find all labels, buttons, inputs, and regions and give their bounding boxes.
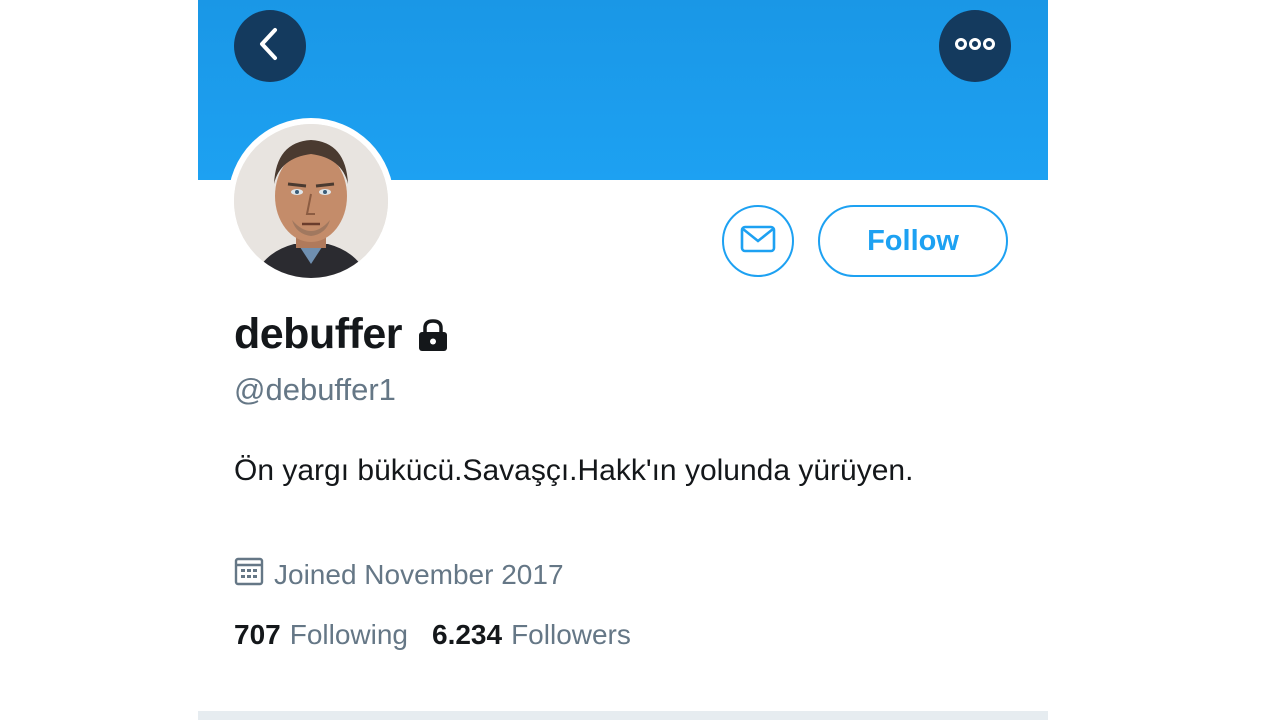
page: Follow debuffer @debuffer1 Ön yargı bükü… bbox=[0, 0, 1280, 720]
envelope-icon bbox=[740, 225, 776, 258]
joined-date-text: Joined November 2017 bbox=[274, 558, 564, 590]
following-label: Following bbox=[289, 619, 408, 650]
avatar-frame[interactable] bbox=[228, 118, 394, 284]
lock-icon bbox=[416, 318, 450, 357]
profile-name-row: debuffer bbox=[234, 310, 450, 359]
followers-label: Followers bbox=[511, 619, 631, 650]
profile-handle: @debuffer1 bbox=[234, 372, 396, 407]
followers-stat[interactable]: 6.234 Followers bbox=[432, 619, 631, 651]
followers-count: 6.234 bbox=[432, 619, 503, 650]
more-horizontal-icon bbox=[954, 37, 996, 56]
joined-date-row: Joined November 2017 bbox=[234, 556, 564, 593]
display-name: debuffer bbox=[234, 310, 403, 358]
back-button[interactable] bbox=[234, 10, 306, 82]
following-stat[interactable]: 707 Following bbox=[234, 619, 408, 651]
profile-screen: Follow debuffer @debuffer1 Ön yargı bükü… bbox=[198, 0, 1048, 720]
follow-button-label: Follow bbox=[867, 224, 959, 257]
avatar bbox=[234, 124, 388, 278]
section-divider bbox=[198, 711, 1048, 720]
calendar-icon bbox=[234, 556, 264, 593]
message-button[interactable] bbox=[722, 205, 794, 277]
profile-bio: Ön yargı bükücü.Savaşçı.Hakk'ın yolunda … bbox=[234, 454, 914, 487]
follow-stats: 707 Following 6.234 Followers bbox=[234, 619, 631, 651]
chevron-left-icon bbox=[255, 26, 285, 67]
following-count: 707 bbox=[234, 619, 281, 650]
follow-button[interactable]: Follow bbox=[818, 205, 1008, 277]
more-options-button[interactable] bbox=[939, 10, 1011, 82]
